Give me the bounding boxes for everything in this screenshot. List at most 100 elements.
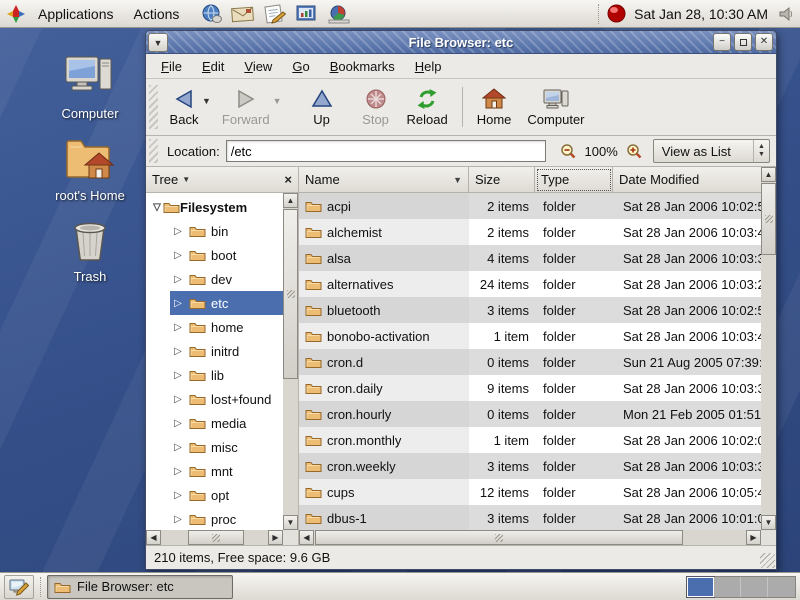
tree-item[interactable]: ▷ proc [146, 507, 283, 530]
column-header-type[interactable]: Type [535, 167, 613, 193]
expander-closed-icon[interactable]: ▷ [172, 418, 184, 429]
table-row[interactable]: cups 12 items folder Sat 28 Jan 2006 10:… [299, 479, 761, 505]
word-processor-launcher-icon[interactable] [263, 4, 287, 24]
tree-item[interactable]: ▷ initrd [146, 339, 283, 363]
locationbar-grip[interactable] [149, 139, 158, 163]
toolbar-grip[interactable] [149, 85, 158, 130]
expander-closed-icon[interactable]: ▷ [172, 466, 184, 477]
file-name-cell[interactable]: cron.daily [299, 375, 469, 401]
file-name-cell[interactable]: bonobo-activation [299, 323, 469, 349]
table-row[interactable]: acpi 2 items folder Sat 28 Jan 2006 10:0… [299, 193, 761, 219]
actions-menu[interactable]: Actions [126, 3, 188, 25]
tree-item[interactable]: ▷ boot [146, 243, 283, 267]
volume-icon[interactable] [778, 6, 794, 22]
file-name-cell[interactable]: acpi [299, 193, 469, 219]
expander-closed-icon[interactable]: ▷ [172, 322, 184, 333]
file-name-cell[interactable]: cron.weekly [299, 453, 469, 479]
zoom-in-icon[interactable] [626, 143, 643, 160]
file-name-cell[interactable]: cron.monthly [299, 427, 469, 453]
list-horizontal-scrollbar[interactable]: ◀ ▶ [299, 530, 761, 545]
expander-closed-icon[interactable]: ▷ [172, 394, 184, 405]
expander-closed-icon[interactable]: ▷ [172, 346, 184, 357]
sidebar-horizontal-scrollbar[interactable]: ◀ ▶ [146, 530, 283, 545]
table-row[interactable]: alchemist 2 items folder Sat 28 Jan 2006… [299, 219, 761, 245]
tree-item[interactable]: ▷ bin [146, 219, 283, 243]
expander-closed-icon[interactable]: ▷ [172, 274, 184, 285]
tree-item-filesystem[interactable]: ▽ Filesystem [146, 195, 283, 219]
computer-button[interactable]: Computer [519, 82, 592, 132]
sidebar-header[interactable]: Tree ▼ × [146, 167, 298, 193]
expander-closed-icon[interactable]: ▷ [172, 298, 184, 309]
scroll-down-icon[interactable]: ▼ [283, 515, 298, 530]
expander-closed-icon[interactable]: ▷ [172, 250, 184, 261]
back-dropdown-icon[interactable]: ▼ [201, 94, 212, 108]
tree-item[interactable]: ▷ media [146, 411, 283, 435]
column-header-name[interactable]: Name ▼ [299, 167, 469, 193]
sidebar-hscroll-thumb[interactable] [188, 530, 244, 545]
workspace-cell[interactable] [687, 577, 714, 597]
tree-item[interactable]: ▷ home [146, 315, 283, 339]
workspace-cell[interactable] [714, 577, 741, 597]
forward-dropdown-icon[interactable]: ▼ [272, 94, 283, 108]
desktop-icon-computer[interactable]: Computer [42, 55, 138, 121]
reload-button[interactable]: Reload [399, 82, 456, 132]
sidebar-vscroll-thumb[interactable] [283, 209, 298, 379]
web-browser-launcher-icon[interactable] [201, 3, 223, 25]
table-row[interactable]: cron.hourly 0 items folder Mon 21 Feb 20… [299, 401, 761, 427]
scroll-right-icon[interactable]: ▶ [268, 530, 283, 545]
expander-closed-icon[interactable]: ▷ [172, 226, 184, 237]
list-vertical-scrollbar[interactable]: ▲ ▼ [761, 167, 776, 530]
resize-grip[interactable] [760, 553, 775, 568]
scroll-right-icon[interactable]: ▶ [746, 530, 761, 545]
file-name-cell[interactable]: cron.hourly [299, 401, 469, 427]
table-row[interactable]: alsa 4 items folder Sat 28 Jan 2006 10:0… [299, 245, 761, 271]
file-name-cell[interactable]: bluetooth [299, 297, 469, 323]
workspace-cell[interactable] [741, 577, 768, 597]
stop-button[interactable]: Stop [353, 82, 399, 132]
file-name-cell[interactable]: alchemist [299, 219, 469, 245]
forward-button[interactable]: Forward [214, 82, 278, 132]
list-vscroll-thumb[interactable] [761, 183, 776, 255]
window-menu-button[interactable]: ▼ [148, 33, 168, 52]
tree-item[interactable]: ▷ mnt [146, 459, 283, 483]
location-input[interactable] [226, 140, 546, 162]
tree-item[interactable]: ▷ misc [146, 435, 283, 459]
tree-item[interactable]: ▷ dev [146, 267, 283, 291]
menubar-item[interactable]: File [152, 56, 191, 77]
table-row[interactable]: cron.weekly 3 items folder Sat 28 Jan 20… [299, 453, 761, 479]
email-launcher-icon[interactable] [231, 4, 255, 24]
scroll-up-icon[interactable]: ▲ [761, 167, 776, 182]
tree-item[interactable]: ▷ lost+found [146, 387, 283, 411]
applications-menu[interactable]: Applications [30, 3, 122, 25]
table-row[interactable]: alternatives 24 items folder Sat 28 Jan … [299, 271, 761, 297]
file-name-cell[interactable]: cups [299, 479, 469, 505]
table-row[interactable]: cron.monthly 1 item folder Sat 28 Jan 20… [299, 427, 761, 453]
scroll-left-icon[interactable]: ◀ [299, 530, 314, 545]
table-row[interactable]: dbus-1 3 items folder Sat 28 Jan 2006 10… [299, 505, 761, 530]
main-menu-icon[interactable] [6, 4, 26, 24]
expander-closed-icon[interactable]: ▷ [172, 490, 184, 501]
spreadsheet-launcher-icon[interactable] [327, 4, 351, 24]
scroll-down-icon[interactable]: ▼ [761, 515, 776, 530]
up-button[interactable]: Up [299, 82, 345, 132]
desktop-icon-home[interactable]: root's Home [42, 135, 138, 203]
file-name-cell[interactable]: cron.d [299, 349, 469, 375]
menubar-item[interactable]: Bookmarks [321, 56, 404, 77]
expander-open-icon[interactable]: ▽ [151, 202, 163, 213]
show-desktop-button[interactable] [4, 575, 34, 599]
scroll-left-icon[interactable]: ◀ [146, 530, 161, 545]
sidebar-close-icon[interactable]: × [284, 173, 292, 186]
tree-item[interactable]: ▷ opt [146, 483, 283, 507]
table-row[interactable]: cron.d 0 items folder Sun 21 Aug 2005 07… [299, 349, 761, 375]
clock[interactable]: Sat Jan 28, 10:30 AM [634, 6, 770, 22]
close-button[interactable]: ✕ [755, 33, 773, 51]
table-row[interactable]: cron.daily 9 items folder Sat 28 Jan 200… [299, 375, 761, 401]
column-header-size[interactable]: Size [469, 167, 535, 193]
column-header-date[interactable]: Date Modified [613, 167, 761, 193]
view-mode-select[interactable]: View as List ▲▼ [653, 139, 770, 163]
menubar-item[interactable]: Help [406, 56, 451, 77]
task-button-file-browser[interactable]: File Browser: etc [47, 575, 233, 599]
file-name-cell[interactable]: dbus-1 [299, 505, 469, 530]
expander-closed-icon[interactable]: ▷ [172, 370, 184, 381]
tree-item[interactable]: ▷ lib [146, 363, 283, 387]
